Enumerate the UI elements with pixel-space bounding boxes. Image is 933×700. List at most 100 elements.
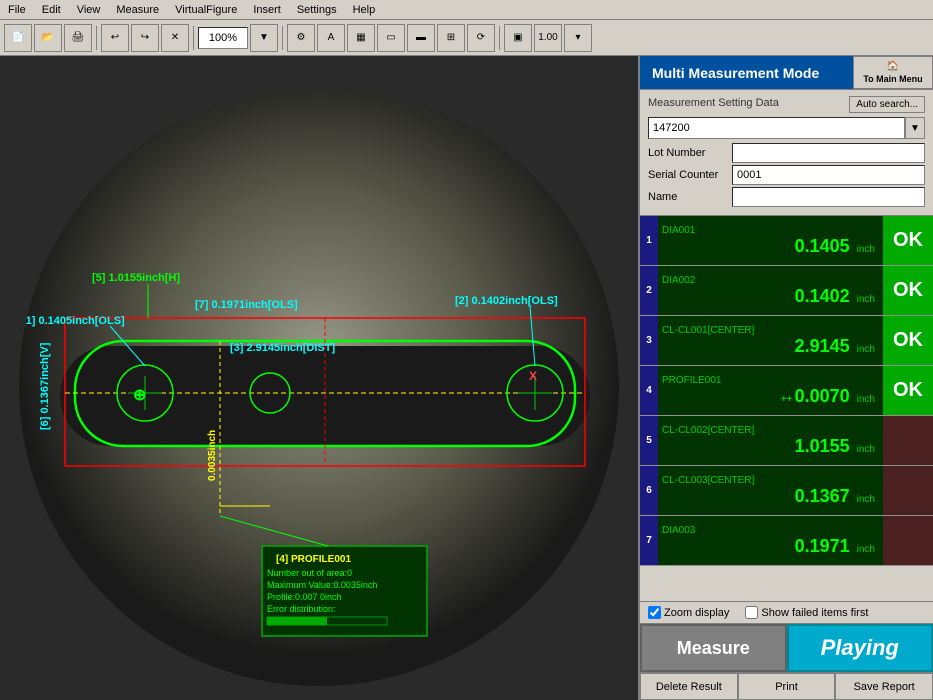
menu-help[interactable]: Help (345, 2, 384, 18)
dropdown-arrow[interactable]: ▼ (905, 117, 925, 139)
tb-icon9[interactable]: 1.00 (534, 24, 562, 52)
status-ok-3: OK (883, 316, 933, 365)
meas-value-6: 0.1367 (795, 486, 854, 507)
tb-icon4[interactable]: ▭ (377, 24, 405, 52)
menu-measure[interactable]: Measure (108, 2, 167, 18)
meas-value-row-1: 0.1405 inch (662, 236, 879, 257)
measurement-list: 1 DIA001 0.1405 inch OK 2 DIA002 0.1402 … (640, 216, 933, 601)
print-button[interactable]: Print (738, 673, 836, 700)
toolbar: 📄 📂 🖨 ↩ ↪ ✕ ▼ ⚙ A ▦ ▭ ▬ ⊞ ⟳ ▣ 1.00 ▾ (0, 20, 933, 56)
zoom-dropdown[interactable]: ▼ (250, 24, 278, 52)
meas-num-7: 7 (640, 516, 658, 565)
title-text: Multi Measurement Mode (652, 65, 819, 81)
status-dark-7 (883, 516, 933, 565)
auto-search-button[interactable]: Auto search... (849, 96, 925, 113)
svg-text:Error distribution:: Error distribution: (267, 604, 336, 614)
meas-value-3: 2.9145 (795, 336, 854, 357)
meas-value-5: 1.0155 (795, 436, 854, 457)
meas-value-4: 0.0070 (795, 386, 854, 407)
save-report-button[interactable]: Save Report (835, 673, 933, 700)
meas-value-row-7: 0.1971 inch (662, 536, 879, 557)
tb-icon8[interactable]: ▣ (504, 24, 532, 52)
meas-num-5: 5 (640, 416, 658, 465)
new-button[interactable]: 📄 (4, 24, 32, 52)
viewport[interactable]: ⊕ X Y (0, 56, 638, 700)
meas-value-row-5: 1.0155 inch (662, 436, 879, 457)
menu-view[interactable]: View (69, 2, 109, 18)
meas-name-4: PROFILE001 (662, 375, 879, 386)
show-failed-label[interactable]: Show failed items first (745, 606, 868, 619)
bottom-buttons: Measure Playing (640, 624, 933, 672)
redo-button[interactable]: ↪ (131, 24, 159, 52)
tb-icon10[interactable]: ▾ (564, 24, 592, 52)
open-button[interactable]: 📂 (34, 24, 62, 52)
tb-icon5[interactable]: ▬ (407, 24, 435, 52)
sep4 (499, 26, 500, 50)
meas-num-1: 1 (640, 216, 658, 265)
svg-text:⊕: ⊕ (133, 387, 146, 404)
tb-icon7[interactable]: ⟳ (467, 24, 495, 52)
menu-edit[interactable]: Edit (34, 2, 69, 18)
right-panel: Multi Measurement Mode 🏠 To Main Menu Me… (638, 56, 933, 700)
playing-button[interactable]: Playing (787, 624, 933, 672)
meas-value-row-6: 0.1367 inch (662, 486, 879, 507)
meas-data-4: PROFILE001 ++ 0.0070 inch (658, 366, 883, 415)
svg-text:0.0035inch: 0.0035inch (207, 430, 218, 481)
svg-text:[7] 0.1971inch[OLS]: [7] 0.1971inch[OLS] (195, 299, 298, 311)
meas-name-2: DIA002 (662, 275, 879, 286)
delete-result-button[interactable]: Delete Result (640, 673, 738, 700)
menu-virtualfigure[interactable]: VirtualFigure (167, 2, 245, 18)
meas-data-3: CL-CL001[CENTER] 2.9145 inch (658, 316, 883, 365)
meas-name-3: CL-CL001[CENTER] (662, 325, 879, 336)
undo-button[interactable]: ↩ (101, 24, 129, 52)
menu-file[interactable]: File (0, 2, 34, 18)
svg-text:X: X (529, 369, 537, 383)
menu-insert[interactable]: Insert (245, 2, 289, 18)
meas-value-1: 0.1405 (795, 236, 854, 257)
meas-data-6: CL-CL003[CENTER] 0.1367 inch (658, 466, 883, 515)
name-input[interactable] (732, 187, 925, 207)
status-ok-2: OK (883, 266, 933, 315)
svg-text:[3] 2.9145inch[DIST]: [3] 2.9145inch[DIST] (230, 342, 335, 354)
show-failed-checkbox[interactable] (745, 606, 758, 619)
svg-text:Profile:0.007 0inch: Profile:0.007 0inch (267, 592, 342, 602)
name-label: Name (648, 191, 728, 203)
meas-data-7: DIA003 0.1971 inch (658, 516, 883, 565)
meas-data-2: DIA002 0.1402 inch (658, 266, 883, 315)
measurement-row-5: 5 CL-CL002[CENTER] 1.0155 inch (640, 416, 933, 466)
zoom-display-label[interactable]: Zoom display (648, 606, 729, 619)
meas-unit-5: inch (857, 444, 879, 455)
measurement-row-6: 6 CL-CL003[CENTER] 0.1367 inch (640, 466, 933, 516)
measurement-input[interactable] (648, 117, 905, 139)
meas-data-1: DIA001 0.1405 inch (658, 216, 883, 265)
lot-number-input[interactable] (732, 143, 925, 163)
meas-value-2: 0.1402 (795, 286, 854, 307)
action-buttons: Delete Result Print Save Report (640, 672, 933, 700)
meas-value-row-3: 2.9145 inch (662, 336, 879, 357)
main-area: ⊕ X Y (0, 56, 933, 700)
sep2 (193, 26, 194, 50)
meas-value-row-4: ++ 0.0070 inch (662, 386, 879, 407)
tb-icon1[interactable]: ⚙ (287, 24, 315, 52)
svg-text:[5] 1.0155inch[H]: [5] 1.0155inch[H] (92, 272, 180, 284)
zoom-input[interactable] (198, 27, 248, 49)
print-tb-button[interactable]: 🖨 (64, 24, 92, 52)
delete-button[interactable]: ✕ (161, 24, 189, 52)
house-icon: 🏠 (887, 61, 899, 72)
meas-data-5: CL-CL002[CENTER] 1.0155 inch (658, 416, 883, 465)
measure-button[interactable]: Measure (640, 624, 787, 672)
tb-icon6[interactable]: ⊞ (437, 24, 465, 52)
checkbox-row: Zoom display Show failed items first (640, 601, 933, 624)
tb-icon2[interactable]: A (317, 24, 345, 52)
measurement-row-2: 2 DIA002 0.1402 inch OK (640, 266, 933, 316)
menu-settings[interactable]: Settings (289, 2, 345, 18)
tb-icon3[interactable]: ▦ (347, 24, 375, 52)
to-main-label: To Main Menu (863, 74, 922, 84)
meas-num-3: 3 (640, 316, 658, 365)
zoom-display-checkbox[interactable] (648, 606, 661, 619)
serial-counter-input[interactable] (732, 165, 925, 185)
measurement-row-3: 3 CL-CL001[CENTER] 2.9145 inch OK (640, 316, 933, 366)
to-main-menu-button[interactable]: 🏠 To Main Menu (853, 56, 933, 89)
meas-name-5: CL-CL002[CENTER] (662, 425, 879, 436)
measurement-dropdown[interactable]: ▼ (648, 117, 925, 139)
